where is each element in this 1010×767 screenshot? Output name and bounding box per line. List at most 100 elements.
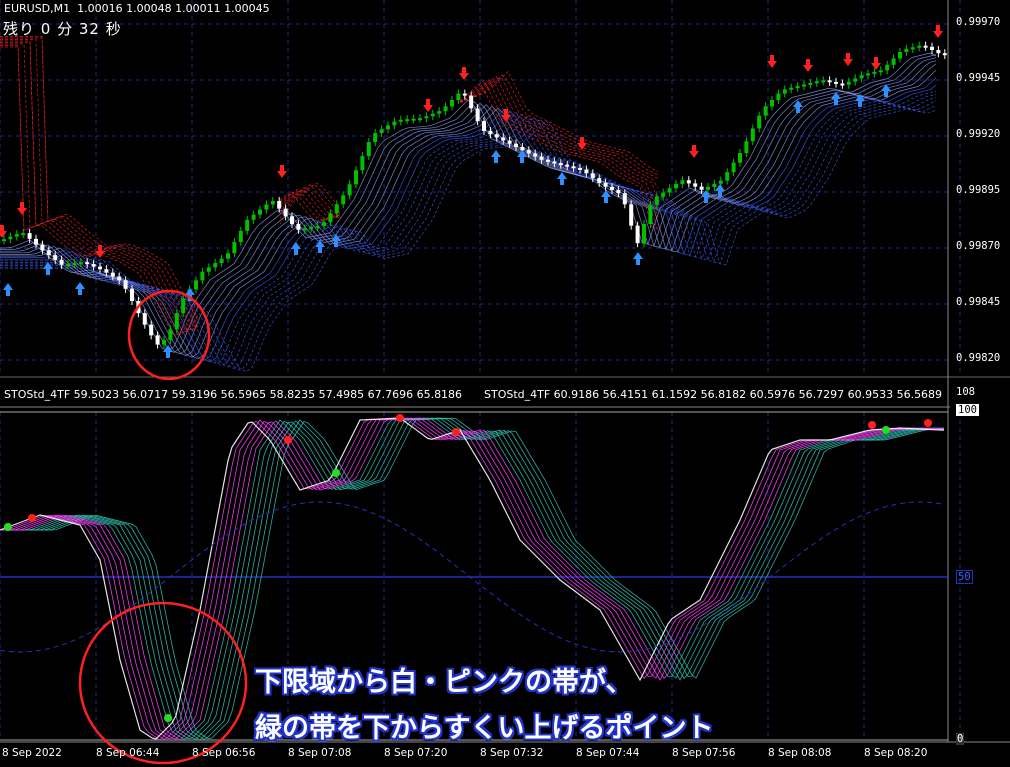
candle-body xyxy=(104,269,109,273)
candle-body xyxy=(475,108,480,122)
candle-body xyxy=(437,111,442,114)
sell-signal-dot xyxy=(284,436,292,444)
candle-body xyxy=(418,118,422,121)
level-100-tag: 100 xyxy=(956,404,979,416)
candle-body xyxy=(648,204,653,224)
candle-body xyxy=(578,167,582,170)
candle-body xyxy=(610,186,614,190)
price-tick: 0.99970 xyxy=(956,16,1001,28)
candle-body xyxy=(430,113,435,117)
candle-body xyxy=(597,178,602,183)
mt4-chart-window: EURUSD,M1 1.00016 1.00048 1.00011 1.0004… xyxy=(0,0,1010,767)
candle-body xyxy=(917,45,922,48)
candle-body xyxy=(123,280,128,289)
candle-body xyxy=(72,263,77,266)
candle-body xyxy=(898,52,902,59)
candle-body xyxy=(469,95,474,109)
price-tick: 0.99845 xyxy=(956,296,1001,308)
time-tick: 8 Sep 07:20 xyxy=(384,747,448,759)
candle-body xyxy=(34,238,38,245)
candle-body xyxy=(258,209,262,215)
candle-body xyxy=(174,313,179,330)
candle-body xyxy=(872,71,877,74)
candle-body xyxy=(27,233,32,239)
candle-body xyxy=(654,196,659,205)
candle-body xyxy=(206,267,211,272)
candle-body xyxy=(910,47,915,50)
candle-body xyxy=(846,81,851,85)
candle-body xyxy=(878,70,883,73)
candle-body xyxy=(757,115,762,129)
candle-body xyxy=(66,264,70,267)
candle-body xyxy=(859,75,864,79)
time-tick: 8 Sep 08:08 xyxy=(768,747,832,759)
candle-body xyxy=(270,200,275,205)
candle-body xyxy=(558,163,563,166)
candle-body xyxy=(494,134,499,138)
candle-body xyxy=(91,264,96,267)
indicator-values-1: STOStd_4TF 59.5023 56.0717 59.3196 56.59… xyxy=(4,388,463,401)
candle-body xyxy=(930,46,934,50)
candle-body xyxy=(386,125,390,130)
candle-body xyxy=(776,93,781,100)
candle-body xyxy=(782,89,787,94)
candle-body xyxy=(552,161,557,164)
buy-signal-dot xyxy=(4,523,12,531)
candle-body xyxy=(706,187,710,190)
candle-body xyxy=(373,133,378,143)
candle-body xyxy=(366,142,371,157)
candle-body xyxy=(750,128,755,142)
candle-body xyxy=(546,159,550,162)
candle-body xyxy=(213,263,218,268)
time-tick: 8 Sep 07:32 xyxy=(480,747,544,759)
candle-body xyxy=(526,150,531,154)
candle-body xyxy=(904,48,909,52)
candle-body xyxy=(405,119,410,122)
candle-body xyxy=(379,129,384,134)
candle-body xyxy=(155,335,160,345)
candle-body xyxy=(450,100,454,107)
candle-body xyxy=(731,162,736,173)
candle-body xyxy=(821,80,826,83)
candle-body xyxy=(360,156,365,171)
candle-body xyxy=(411,118,416,121)
candle-body xyxy=(539,156,544,160)
symbol-ohlc-label: EURUSD,M1 1.00016 1.00048 1.00011 1.0004… xyxy=(4,2,270,15)
candle-body xyxy=(40,244,45,251)
candle-body xyxy=(718,180,723,184)
candle-body xyxy=(277,200,282,209)
price-tick: 0.99895 xyxy=(956,184,1001,196)
candle-body xyxy=(584,169,589,174)
buy-signal-dot xyxy=(164,714,172,722)
candle-body xyxy=(347,184,352,196)
candle-body xyxy=(264,204,269,210)
candle-body xyxy=(827,80,832,83)
candle-body xyxy=(219,258,224,264)
candle-body xyxy=(59,259,64,265)
candle-body xyxy=(232,242,237,254)
candle-body xyxy=(46,250,51,256)
candle-body xyxy=(53,255,58,260)
candle-body xyxy=(770,100,774,107)
candle-body xyxy=(78,262,83,265)
candle-body xyxy=(398,119,403,122)
candle-body xyxy=(424,116,429,119)
chart-canvas[interactable] xyxy=(0,0,1010,767)
candle-body xyxy=(744,141,749,153)
candle-body xyxy=(117,276,122,281)
candle-body xyxy=(686,180,691,184)
candle-body xyxy=(290,216,294,224)
candle-body xyxy=(738,153,742,163)
candle-body xyxy=(341,195,346,205)
candle-body xyxy=(482,121,486,131)
candle-body xyxy=(392,121,397,126)
candle-body xyxy=(674,184,678,189)
candle-body xyxy=(616,190,621,194)
candle-body xyxy=(629,204,634,226)
candle-body xyxy=(110,272,115,277)
price-tick: 0.99820 xyxy=(956,352,1001,364)
candle-body xyxy=(456,93,461,100)
candle-body xyxy=(699,186,704,190)
candle-body xyxy=(488,131,493,135)
candle-body xyxy=(789,87,794,90)
